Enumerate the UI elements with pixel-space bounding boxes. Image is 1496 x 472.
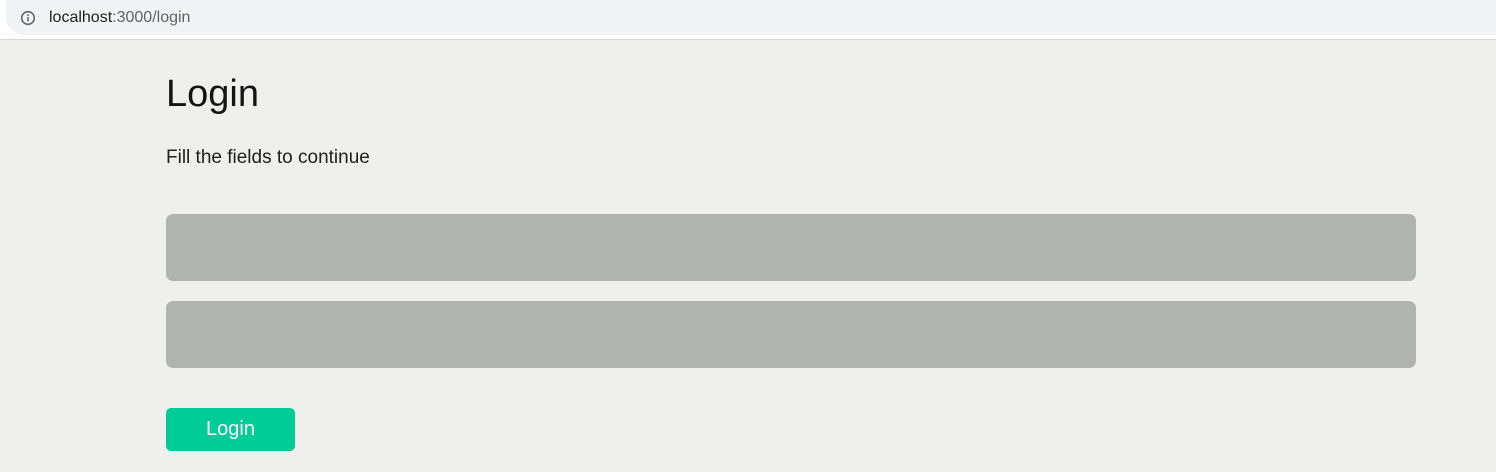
url-path: :3000/login: [112, 8, 191, 26]
browser-address-bar: localhost:3000/login: [0, 0, 1496, 40]
url-host: localhost: [49, 8, 113, 26]
page-title: Login: [166, 73, 259, 115]
login-button[interactable]: Login: [166, 408, 295, 451]
page-subtitle: Fill the fields to continue: [166, 147, 370, 168]
url-omnibox[interactable]: localhost:3000/login: [6, 0, 1496, 35]
username-field[interactable]: [166, 214, 1416, 281]
info-circle-icon[interactable]: [20, 10, 36, 26]
password-field[interactable]: [166, 301, 1416, 368]
url-text[interactable]: localhost:3000/login: [49, 9, 190, 27]
